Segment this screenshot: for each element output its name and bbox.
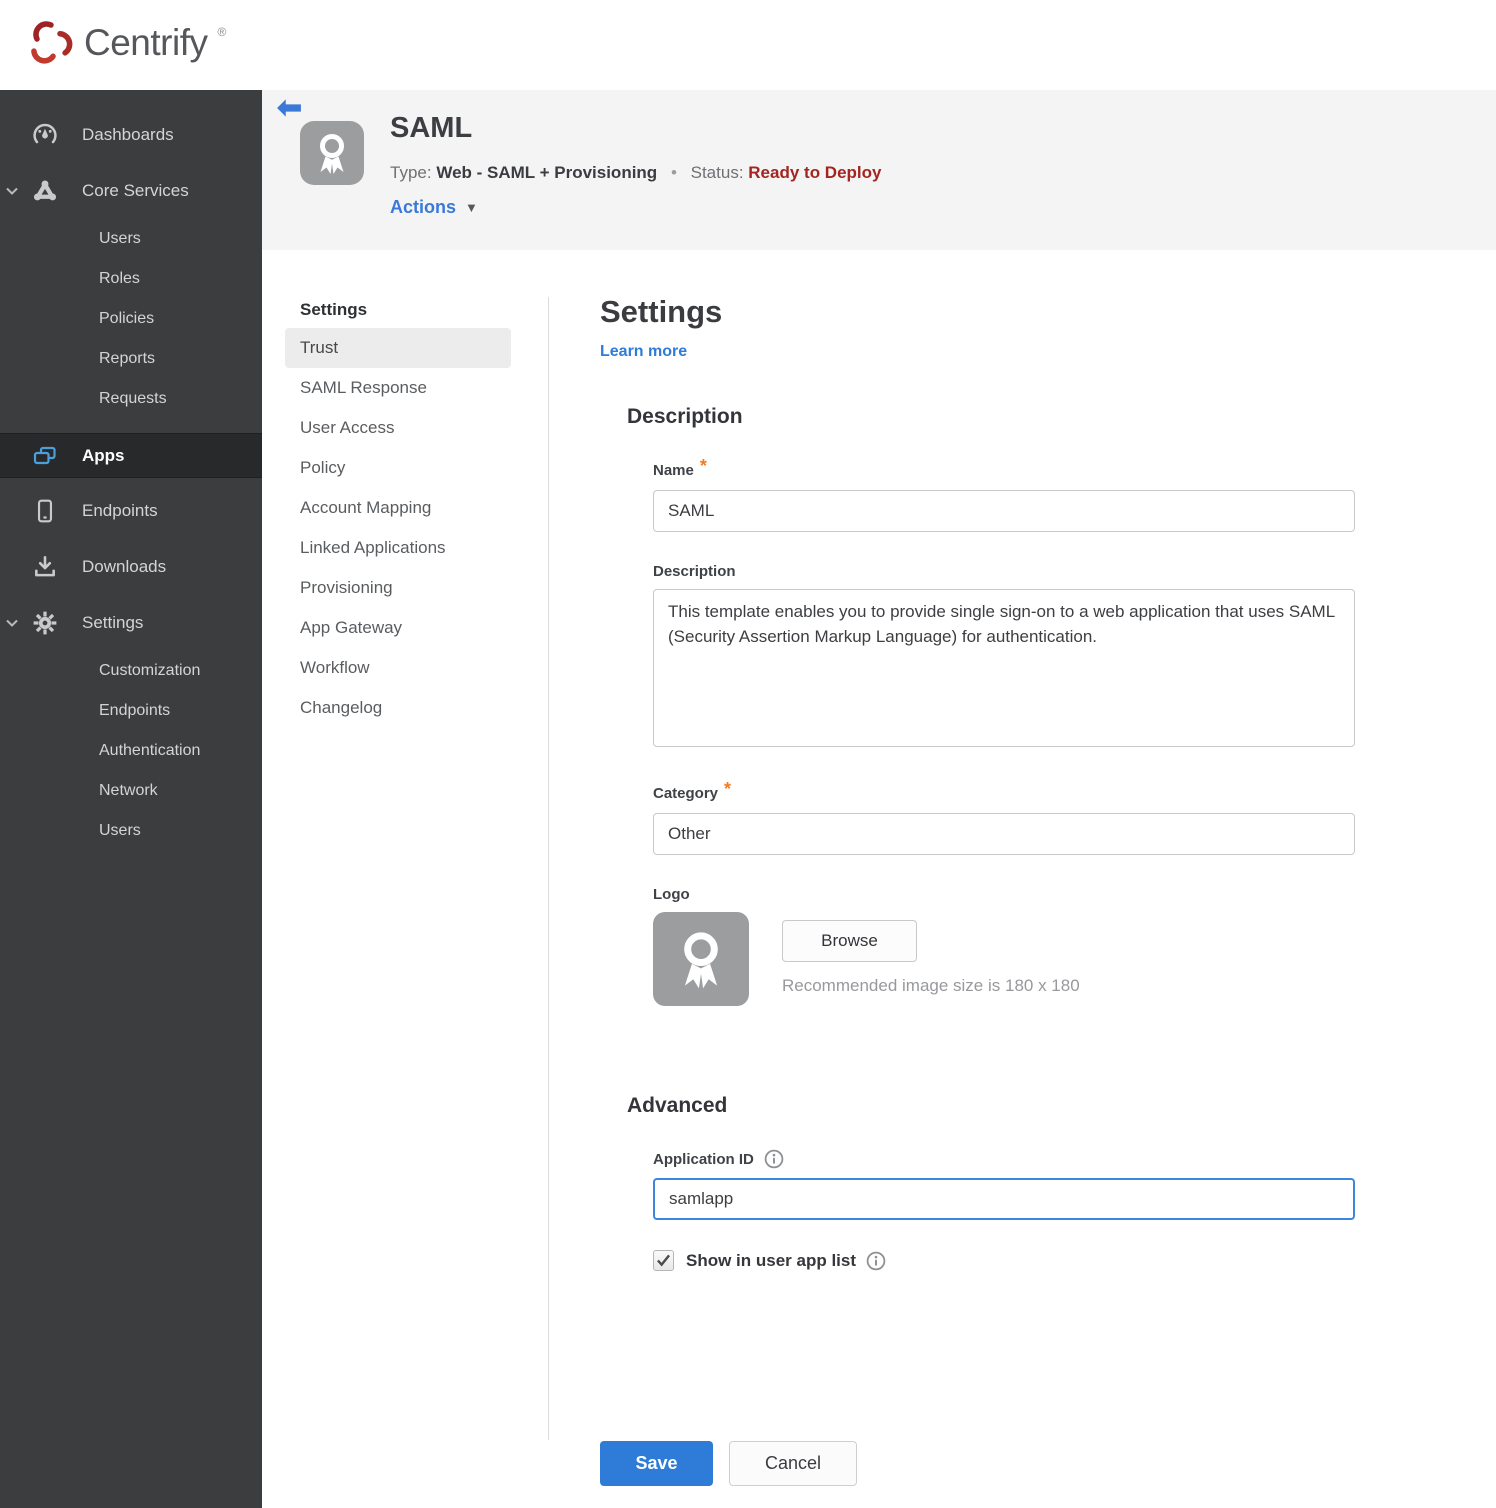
category-label: Category * bbox=[653, 779, 732, 802]
ribbon-icon bbox=[684, 932, 718, 989]
show-in-user-app-list-row: Show in user app list bbox=[653, 1250, 1390, 1271]
subnav-item-changelog[interactable]: Changelog bbox=[285, 688, 511, 728]
info-icon[interactable] bbox=[764, 1149, 784, 1169]
logo-preview bbox=[653, 912, 749, 1006]
type-value: Web - SAML + Provisioning bbox=[436, 163, 658, 182]
logo-row: Browse Recommended image size is 180 x 1… bbox=[653, 912, 1390, 1006]
sidebar-item-apps[interactable]: Apps bbox=[0, 433, 262, 478]
sidebar-item-label: Endpoints bbox=[82, 501, 158, 520]
subnav-item-app-gateway[interactable]: App Gateway bbox=[285, 608, 511, 648]
settings-form: Settings Learn more Description Name * D… bbox=[600, 250, 1390, 1271]
sidebar-item-settings-endpoints[interactable]: Endpoints bbox=[0, 691, 262, 731]
logo-label: Logo bbox=[653, 886, 690, 903]
brand-trademark: ® bbox=[217, 25, 227, 39]
application-id-field[interactable] bbox=[653, 1178, 1355, 1220]
name-label: Name * bbox=[653, 456, 707, 479]
sidebar-item-core-services[interactable]: Core Services bbox=[0, 163, 262, 219]
meta-separator: • bbox=[670, 163, 677, 182]
advanced-section-heading: Advanced bbox=[627, 1094, 728, 1117]
subnav-item-saml-response[interactable]: SAML Response bbox=[285, 368, 511, 408]
category-field[interactable] bbox=[653, 813, 1355, 855]
save-button[interactable]: Save bbox=[600, 1441, 713, 1486]
sidebar-item-label: Core Services bbox=[82, 181, 189, 200]
sidebar-item-dashboards[interactable]: Dashboards bbox=[0, 107, 262, 163]
brand-name: Centrify bbox=[84, 22, 208, 63]
settings-subnav: Settings Trust SAML Response User Access… bbox=[285, 292, 511, 728]
description-label: Description bbox=[653, 563, 736, 580]
logo-size-hint: Recommended image size is 180 x 180 bbox=[782, 976, 1080, 995]
required-asterisk: * bbox=[724, 779, 732, 799]
subnav-item-workflow[interactable]: Workflow bbox=[285, 648, 511, 688]
back-arrow-icon[interactable] bbox=[276, 97, 302, 119]
phone-icon bbox=[37, 499, 53, 523]
status-label: Status: bbox=[690, 163, 744, 182]
core-services-icon bbox=[33, 180, 57, 201]
sidebar-item-label: Dashboards bbox=[82, 125, 174, 144]
apps-icon bbox=[33, 446, 56, 464]
caret-down-icon: ▼ bbox=[465, 200, 478, 215]
app-logo-badge bbox=[300, 121, 364, 185]
form-actions: Save Cancel bbox=[600, 1441, 857, 1486]
form-title: Settings bbox=[600, 294, 723, 329]
sidebar-item-label: Apps bbox=[82, 445, 125, 465]
type-label: Type: bbox=[390, 163, 432, 182]
sidebar-item-authentication[interactable]: Authentication bbox=[0, 731, 262, 771]
gauge-icon bbox=[33, 123, 57, 144]
learn-more-link[interactable]: Learn more bbox=[600, 343, 687, 361]
gear-icon bbox=[33, 611, 57, 635]
page-title: SAML bbox=[390, 112, 473, 144]
show-in-user-app-list-label: Show in user app list bbox=[686, 1250, 857, 1270]
cancel-button[interactable]: Cancel bbox=[729, 1441, 857, 1486]
subnav-item-user-access[interactable]: User Access bbox=[285, 408, 511, 448]
actions-label: Actions bbox=[390, 197, 457, 217]
top-bar: Centrify ® bbox=[0, 0, 1496, 90]
sidebar-item-users[interactable]: Users bbox=[0, 219, 262, 259]
sidebar-item-settings-users[interactable]: Users bbox=[0, 811, 262, 851]
sidebar-item-roles[interactable]: Roles bbox=[0, 259, 262, 299]
sidebar-item-policies[interactable]: Policies bbox=[0, 299, 262, 339]
show-in-user-app-list-checkbox[interactable] bbox=[653, 1250, 674, 1271]
subnav-item-provisioning[interactable]: Provisioning bbox=[285, 568, 511, 608]
status-badge: Ready to Deploy bbox=[748, 163, 882, 182]
app-meta: Type: Web - SAML + Provisioning • Status… bbox=[390, 163, 881, 183]
subnav-item-policy[interactable]: Policy bbox=[285, 448, 511, 488]
info-icon[interactable] bbox=[866, 1251, 886, 1271]
description-field[interactable]: This template enables you to provide sin… bbox=[653, 589, 1355, 747]
sidebar-item-requests[interactable]: Requests bbox=[0, 379, 262, 419]
sidebar-item-network[interactable]: Network bbox=[0, 771, 262, 811]
sidebar-item-settings[interactable]: Settings bbox=[0, 595, 262, 651]
sidebar-item-endpoints[interactable]: Endpoints bbox=[0, 483, 262, 539]
actions-menu-button[interactable]: Actions ▼ bbox=[390, 197, 478, 218]
ribbon-icon bbox=[320, 134, 344, 174]
centrify-swirl-icon bbox=[31, 21, 73, 64]
description-section-heading: Description bbox=[627, 405, 743, 428]
app-header: SAML Type: Web - SAML + Provisioning • S… bbox=[262, 90, 1496, 250]
application-id-label: Application ID bbox=[653, 1149, 1355, 1169]
subnav-header: Settings bbox=[300, 300, 368, 319]
required-asterisk: * bbox=[699, 456, 707, 476]
chevron-down-icon bbox=[6, 187, 18, 195]
download-icon bbox=[35, 555, 55, 577]
sidebar-item-downloads[interactable]: Downloads bbox=[0, 539, 262, 595]
sidebar-item-label: Settings bbox=[82, 613, 144, 632]
browse-button[interactable]: Browse bbox=[782, 920, 917, 962]
sidebar: Dashboards Core Services Users Roles Pol… bbox=[0, 90, 262, 1508]
page: Centrify ® Dashboards Core Services User… bbox=[0, 0, 1496, 1508]
subnav-item-linked-applications[interactable]: Linked Applications bbox=[285, 528, 511, 568]
chevron-down-icon bbox=[6, 619, 18, 627]
checkmark-icon bbox=[657, 1254, 671, 1267]
sidebar-item-reports[interactable]: Reports bbox=[0, 339, 262, 379]
brand-logo: Centrify ® bbox=[26, 17, 226, 69]
vertical-divider bbox=[548, 297, 549, 1440]
sidebar-item-customization[interactable]: Customization bbox=[0, 651, 262, 691]
sidebar-item-label: Downloads bbox=[82, 557, 167, 576]
subnav-item-account-mapping[interactable]: Account Mapping bbox=[285, 488, 511, 528]
subnav-item-trust[interactable]: Trust bbox=[285, 328, 511, 368]
name-field[interactable] bbox=[653, 490, 1355, 532]
